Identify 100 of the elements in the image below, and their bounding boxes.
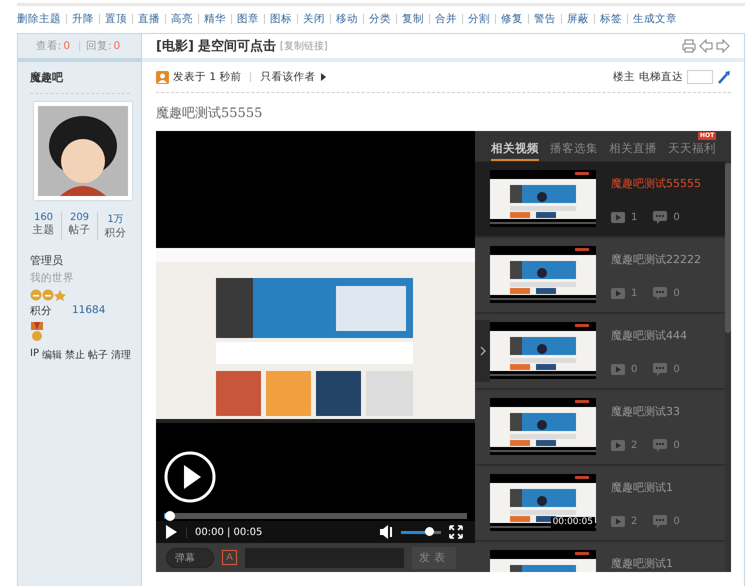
progress-thumb[interactable] [165,511,176,521]
stat-label: 帖子 [68,223,90,237]
text-style-button[interactable]: A [222,550,237,565]
comment-count: 0 [673,516,680,527]
related-video-item[interactable]: 魔趣吧测试33 2 0 [475,390,725,466]
play-count: 2 [631,440,638,451]
points-value[interactable]: 11684 [72,304,106,318]
admin-link[interactable]: 清理 [110,348,131,362]
thread-title: 是空间可点击 [198,38,276,55]
comment-icon [653,287,668,300]
medal-icon [30,322,44,342]
views-count: 0 [63,40,70,52]
moderation-link[interactable]: 关闭 [303,12,325,26]
chevron-right-icon [480,346,486,356]
volume-thumb[interactable] [425,526,434,536]
moderation-link[interactable]: 警告 [534,12,556,26]
moderation-link[interactable]: 图标 [270,12,292,26]
comment-icon [653,515,668,528]
replies-count: 0 [114,40,120,52]
play-button-icon[interactable] [164,451,216,503]
views-label: 查看: [36,39,62,53]
comment-count: 0 [673,288,680,299]
tab[interactable]: 天天福利 [668,140,716,161]
play-count-icon [611,516,625,527]
floor-input[interactable] [687,70,713,84]
admin-link[interactable]: 帖子 [88,348,108,362]
play-count-icon [611,364,625,375]
video-title: 魔趣吧测试444 [611,328,688,343]
moderation-link[interactable]: 生成文章 [633,12,677,26]
floor-label: 楼主 [613,70,635,84]
previous-arrow-icon[interactable] [699,39,713,53]
play-count-icon [611,440,625,451]
admin-link[interactable]: 禁止 [64,348,85,362]
video-duration: 00:00:05 [550,517,595,528]
tab[interactable]: 播客选集 [550,140,598,161]
related-video-item[interactable]: 魔趣吧测试1 [475,542,725,572]
moderation-link[interactable]: 精华 [204,12,226,26]
volume-icon[interactable] [379,524,393,540]
points-label: 积分 [30,304,52,318]
play-count: 1 [631,288,638,299]
danmu-input[interactable] [245,548,404,568]
video-title: 魔趣吧测试1 [611,556,673,571]
moderation-link[interactable]: 修复 [501,12,523,26]
moderation-link[interactable]: 分类 [369,12,391,26]
time-display: 00:00 | 00:05 [186,526,262,538]
related-video-item[interactable]: 魔趣吧测试444 0 0 [475,314,725,390]
thread-category: [电影] [156,38,194,55]
go-arrow-icon[interactable] [717,70,731,84]
moderation-link[interactable]: 合并 [435,12,457,26]
admin-link[interactable]: IP [30,348,39,362]
moderation-link[interactable]: 屏蔽 [567,12,589,26]
moderation-link[interactable]: 复制 [402,12,424,26]
rank-stars-icon [30,289,67,301]
play-count: 2 [631,516,638,527]
tab[interactable]: 相关直播 [609,140,657,161]
moderation-link[interactable]: 直播 [138,12,160,26]
related-video-item[interactable]: 魔趣吧测试22222 1 0 [475,238,725,314]
video-title: 魔趣吧测试55555 [611,176,701,191]
play-count: 1 [631,212,638,223]
related-video-item[interactable]: 魔趣吧测试55555 1 0 [475,162,725,238]
comment-count: 0 [673,364,680,375]
comment-count: 0 [673,212,680,223]
admin-link[interactable]: 编辑 [42,348,62,362]
video-title: 魔趣吧测试33 [611,404,681,419]
next-arrow-icon[interactable] [716,39,730,53]
author-name[interactable]: 魔趣吧 [30,70,130,94]
triangle-icon [320,72,328,82]
danmu-toggle[interactable]: 弹幕 [166,548,214,568]
fullscreen-icon[interactable] [449,525,463,539]
moderation-link[interactable]: 图章 [237,12,259,26]
comment-icon [653,363,668,376]
user-group: 管理员 [30,253,63,268]
comment-count: 0 [673,440,680,451]
scrollbar[interactable] [725,163,731,333]
related-video-item[interactable]: 00:00:05 魔趣吧测试1 2 0 [475,466,725,542]
moderation-link[interactable]: 移动 [336,12,358,26]
comment-icon [653,439,668,452]
stat-value[interactable]: 209 [70,212,90,223]
play-count-icon [611,288,625,299]
moderation-link[interactable]: 删除主题 [17,12,61,26]
stat-value[interactable]: 160 [34,212,54,223]
moderation-link[interactable]: 置顶 [105,12,127,26]
stat-value[interactable]: 1万 [107,212,124,226]
play-count-icon [611,212,625,223]
stat-label: 主题 [32,223,54,237]
moderation-link[interactable]: 标签 [600,12,622,26]
print-icon[interactable] [682,39,696,53]
progress-track[interactable] [164,513,467,519]
video-title: 魔趣吧测试22222 [611,252,701,267]
post-text: 魔趣吧测试55555 [156,105,264,123]
collapse-handle[interactable] [475,320,490,382]
only-author-link[interactable]: 只看该作者 [260,70,328,84]
stat-label: 积分 [104,226,126,240]
post-time: 发表于 1 秒前 [173,70,242,84]
moderation-link[interactable]: 高亮 [171,12,193,26]
user-icon [156,70,169,84]
moderation-link[interactable]: 分割 [468,12,490,26]
play-icon[interactable] [164,524,178,540]
moderation-link[interactable]: 升降 [72,12,94,26]
user-title: 我的世界 [30,271,74,285]
